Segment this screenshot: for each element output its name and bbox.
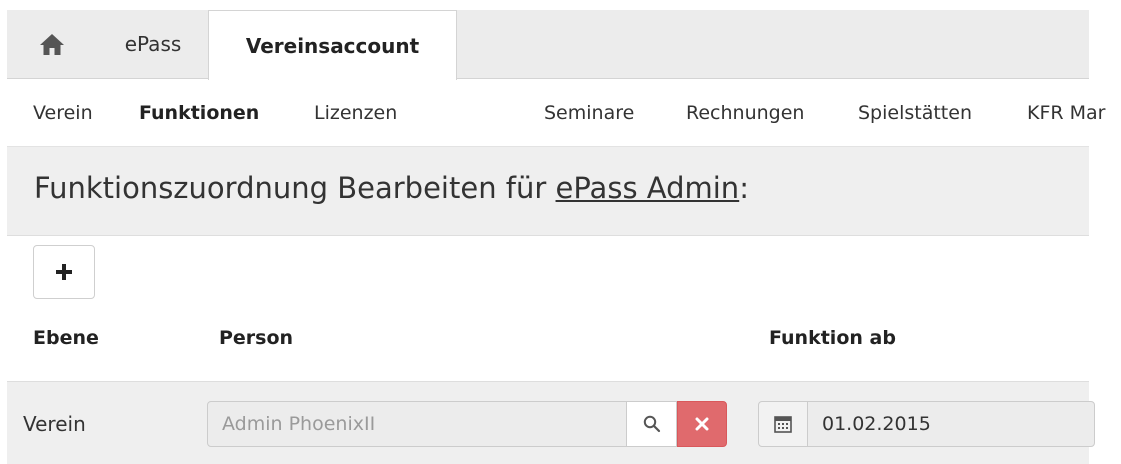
column-header-funktion-ab: Funktion ab [769,327,896,349]
subnav-item-kfr[interactable]: KFR Mar [1027,95,1105,131]
tab-home[interactable] [7,10,97,78]
plus-icon [56,264,72,280]
calendar-icon [774,416,792,433]
subnav-item-spielstaetten[interactable]: Spielstätten [858,95,972,131]
subnav-item-seminare[interactable]: Seminare [544,95,634,131]
subnav-item-lizenzen[interactable]: Lizenzen [314,95,397,131]
column-header-person: Person [219,327,294,349]
sub-navigation: Verein Funktionen Lizenzen Seminare Rech… [0,95,1121,131]
subnav-item-verein[interactable]: Verein [33,95,93,131]
page-title-prefix: Funktionszuordnung Bearbeiten für [34,171,556,205]
tab-epass[interactable]: ePass [97,10,209,78]
person-input[interactable]: Admin PhoenixII [207,401,627,447]
date-picker-button[interactable] [758,401,808,447]
heading-bar: Funktionszuordnung Bearbeiten für ePass … [7,146,1089,236]
search-icon [643,415,660,433]
funktion-ab-date-input[interactable]: 01.02.2015 [807,401,1095,447]
page-title: Funktionszuordnung Bearbeiten für ePass … [34,171,749,205]
function-link[interactable]: ePass Admin [556,171,740,205]
column-header-ebene: Ebene [33,327,99,349]
page-title-suffix: : [739,171,749,205]
subnav-item-rechnungen[interactable]: Rechnungen [686,95,804,131]
home-icon [40,34,64,55]
tab-vereinsaccount[interactable]: Vereinsaccount [208,10,457,80]
person-search-button[interactable] [627,401,677,447]
subnav-item-funktionen[interactable]: Funktionen [139,95,259,131]
top-tab-bar: ePass Vereinsaccount [7,10,1089,80]
person-clear-button[interactable] [677,401,727,447]
close-icon [695,417,709,431]
row-ebene-value: Verein [23,412,86,436]
add-button[interactable] [33,245,95,299]
